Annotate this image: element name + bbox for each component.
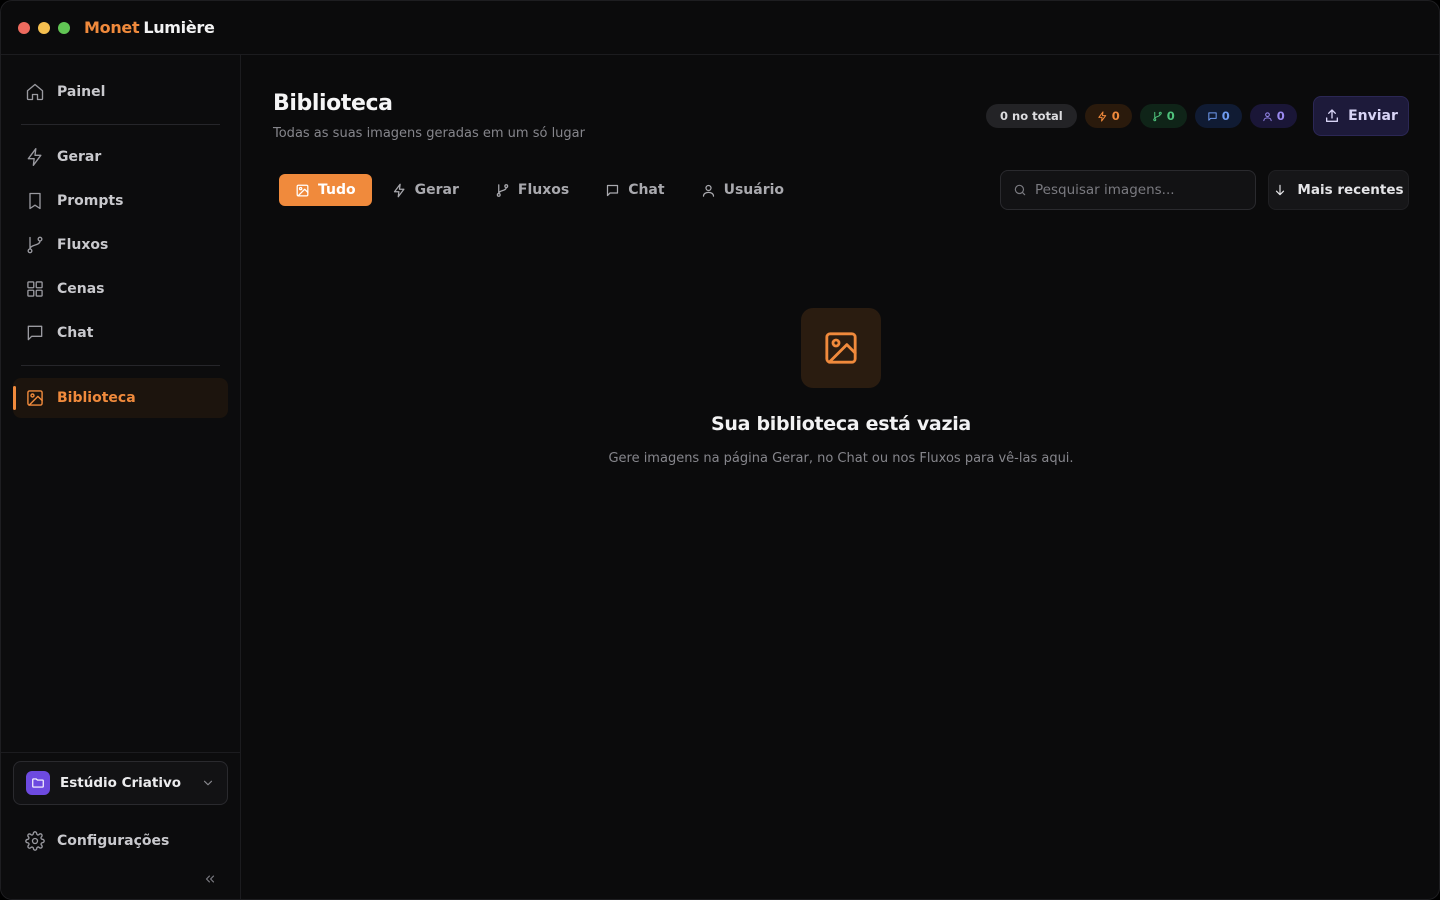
git-branch-icon [496, 183, 509, 197]
stat-fluxos-count: 0 [1166, 109, 1175, 123]
sidebar-divider [21, 124, 220, 125]
sidebar-divider [21, 365, 220, 366]
git-branch-icon [27, 236, 43, 254]
sidebar-item-painel[interactable]: Painel [13, 72, 228, 112]
bolt-icon [1098, 110, 1106, 122]
stat-gerar-badge: 0 [1084, 104, 1132, 128]
sidebar-item-label: Biblioteca [57, 390, 136, 406]
workspace-label: Estúdio Criativo [60, 775, 182, 791]
brand-part1: Monet [84, 18, 140, 37]
tab-fluxos[interactable]: Fluxos [479, 174, 585, 206]
chat-icon [1208, 111, 1217, 121]
tab-label: Chat [628, 182, 665, 198]
sort-label: Mais recentes [1297, 182, 1404, 198]
sidebar-item-prompts[interactable]: Prompts [13, 181, 228, 221]
bolt-icon [393, 183, 405, 197]
sidebar-item-label: Chat [57, 325, 94, 341]
gear-icon [25, 831, 45, 851]
sort-button[interactable]: Mais recentes [1268, 170, 1409, 210]
stat-total-text: 0 no total [1000, 109, 1063, 123]
sidebar-item-fluxos[interactable]: Fluxos [13, 225, 228, 265]
upload-button-label: Enviar [1348, 108, 1398, 124]
chat-icon [27, 325, 43, 341]
empty-state-message: Gere imagens na página Gerar, no Chat ou… [608, 451, 1074, 466]
stat-total-badge: 0 no total [986, 104, 1077, 128]
git-branch-icon [1152, 111, 1162, 121]
maximize-window-button[interactable] [58, 21, 70, 34]
search-input[interactable] [1035, 182, 1235, 198]
title-bar: Monet Lumière [1, 1, 1439, 55]
folder-icon [26, 771, 50, 795]
sidebar-item-label: Prompts [57, 193, 124, 209]
tab-tudo[interactable]: Tudo [279, 174, 372, 206]
tab-label: Usuário [723, 182, 785, 198]
app-window: Monet Lumière Painel Gerar Prompts Fluxos… [0, 0, 1440, 900]
tab-label: Gerar [414, 182, 459, 198]
bookmark-icon [29, 192, 41, 210]
arrow-down-icon [1276, 184, 1285, 196]
search-icon [1014, 184, 1026, 196]
chevrons-left-icon [205, 875, 215, 883]
main-content: Biblioteca Todas as suas imagens geradas… [241, 55, 1439, 899]
tab-gerar[interactable]: Gerar [376, 174, 475, 206]
window-controls [18, 21, 70, 34]
sidebar: Painel Gerar Prompts Fluxos Cenas Chat B… [1, 55, 241, 899]
image-icon [27, 390, 43, 406]
page-subtitle: Todas as suas imagens geradas em um só l… [273, 126, 585, 141]
grid-icon [27, 281, 43, 297]
tab-usuario[interactable]: Usuário [685, 174, 800, 206]
sidebar-item-label: Cenas [57, 281, 105, 297]
chat-icon [607, 184, 619, 196]
workspace-selector[interactable]: Estúdio Criativo [13, 761, 228, 805]
minimize-window-button[interactable] [38, 21, 50, 34]
sidebar-item-label: Painel [57, 84, 106, 100]
sidebar-item-chat[interactable]: Chat [13, 313, 228, 353]
stat-chat-badge: 0 [1194, 104, 1242, 128]
sidebar-footer-divider [1, 752, 240, 753]
tab-label: Fluxos [517, 182, 570, 198]
stat-usuario-count: 0 [1276, 109, 1285, 123]
tab-chat[interactable]: Chat [589, 174, 680, 206]
user-icon [702, 184, 714, 197]
bolt-icon [27, 148, 42, 166]
user-icon [1263, 111, 1272, 121]
sidebar-item-label: Fluxos [57, 237, 109, 253]
stat-gerar-count: 0 [1111, 109, 1120, 123]
sidebar-item-biblioteca[interactable]: Biblioteca [13, 378, 228, 418]
tab-label: Tudo [318, 182, 356, 198]
sidebar-item-cenas[interactable]: Cenas [13, 269, 228, 309]
app-brand: Monet Lumière [84, 18, 215, 37]
empty-state-image-icon [801, 308, 881, 388]
image-icon [296, 184, 309, 196]
sidebar-item-configuracoes[interactable]: Configurações [13, 821, 228, 861]
stat-fluxos-badge: 0 [1139, 104, 1187, 128]
brand-part2: Lumière [143, 18, 215, 37]
upload-button[interactable]: Enviar [1313, 96, 1409, 136]
chevron-down-icon [201, 776, 215, 790]
page-title: Biblioteca [273, 91, 393, 116]
stat-usuario-badge: 0 [1249, 104, 1297, 128]
stat-chat-count: 0 [1221, 109, 1230, 123]
collapse-sidebar-button[interactable] [201, 871, 219, 887]
sidebar-item-label: Configurações [57, 833, 170, 849]
empty-state-title: Sua biblioteca está vazia [711, 413, 971, 435]
home-icon [26, 83, 44, 101]
sidebar-item-label: Gerar [57, 149, 102, 165]
upload-icon [1326, 109, 1339, 122]
search-field [1000, 170, 1256, 210]
stats-badges: 0 no total 0 0 0 0 [986, 104, 1297, 128]
sidebar-item-gerar[interactable]: Gerar [13, 137, 228, 177]
filter-tabs: Tudo Gerar Fluxos Chat Usuário [279, 174, 800, 206]
close-window-button[interactable] [18, 21, 30, 34]
